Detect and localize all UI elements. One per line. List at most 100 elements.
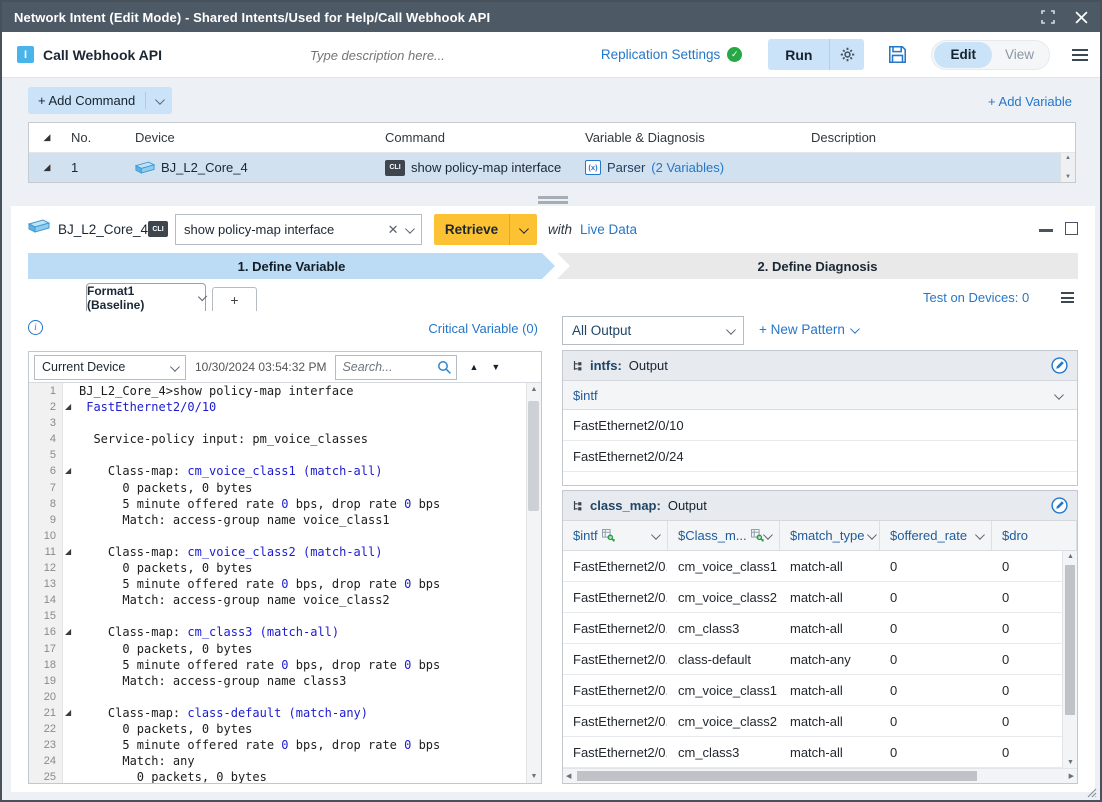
run-button[interactable]: Run xyxy=(768,47,829,63)
column-header[interactable]: $dro xyxy=(992,521,1077,550)
command-table-row[interactable]: ◢ 1 BJ_L2_Core_4 CLI show policy-map int… xyxy=(29,153,1075,182)
scroll-down-icon[interactable]: ▼ xyxy=(531,773,538,780)
table-row[interactable]: FastEthernet2/0...cm_voice_class2match-a… xyxy=(563,582,1077,613)
table-row[interactable]: FastEthernet2/0...cm_voice_class1match-a… xyxy=(563,675,1077,706)
column-header[interactable]: $match_type xyxy=(780,521,880,550)
search-icon[interactable] xyxy=(437,360,452,375)
table-row[interactable]: FastEthernet2/0...cm_class3match-all00 xyxy=(563,613,1077,644)
code-line: 5 minute offered rate 0 bps, drop rate 0… xyxy=(79,737,526,753)
scroll-down-icon[interactable]: ▼ xyxy=(1067,759,1074,766)
add-variable-link[interactable]: + Add Variable xyxy=(988,94,1072,109)
table-row[interactable]: FastEthernet2/0...cm_class3match-all00 xyxy=(563,737,1077,768)
scroll-right-icon[interactable]: ▶ xyxy=(1069,772,1074,780)
fold-marker-icon[interactable]: ◢ xyxy=(65,544,71,560)
column-header[interactable]: $intf xyxy=(563,521,668,550)
output-filter-select[interactable]: All Output xyxy=(562,316,744,345)
tab-format1-baseline[interactable]: Format1 (Baseline) xyxy=(86,283,206,311)
tab-define-diagnosis[interactable]: 2. Define Diagnosis xyxy=(557,253,1078,279)
row-collapse-icon[interactable]: ◢ xyxy=(29,162,65,173)
chevron-down-icon[interactable] xyxy=(405,224,414,233)
intfs-section-header[interactable]: intfs: Output xyxy=(563,351,1077,381)
table-cell: FastEthernet2/0... xyxy=(563,551,668,581)
fullscreen-icon[interactable] xyxy=(1041,10,1055,24)
table-cell: class-default xyxy=(668,644,780,674)
class-map-section-header[interactable]: class_map: Output xyxy=(563,491,1077,521)
add-command-dropdown[interactable] xyxy=(146,97,172,104)
line-number: 3 xyxy=(50,417,56,429)
code-area[interactable]: 12◢3456◢7891011◢1213141516◢1718192021◢22… xyxy=(29,383,541,783)
add-command-label: + Add Command xyxy=(28,93,145,108)
intf-value-row[interactable]: FastEthernet2/0/10 xyxy=(563,410,1077,441)
splitter-handle[interactable] xyxy=(538,196,568,206)
menu-icon[interactable] xyxy=(1072,49,1088,61)
scroll-thumb[interactable] xyxy=(528,401,539,511)
fold-marker-icon[interactable]: ◢ xyxy=(65,705,71,721)
replication-settings-link[interactable]: Replication Settings xyxy=(601,47,720,62)
search-input[interactable] xyxy=(336,360,437,374)
fold-marker-icon[interactable]: ◢ xyxy=(65,624,71,640)
tab-define-variable[interactable]: 1. Define Variable xyxy=(28,253,555,279)
edit-intfs-button[interactable] xyxy=(1051,357,1068,374)
code-line xyxy=(79,415,526,431)
column-header[interactable]: $offered_rate xyxy=(880,521,992,550)
options-menu-icon[interactable] xyxy=(1061,292,1074,303)
view-toggle[interactable]: View xyxy=(992,47,1047,62)
column-header[interactable]: $Class_m... xyxy=(668,521,780,550)
resize-grip-icon[interactable] xyxy=(1087,788,1097,798)
description-input[interactable] xyxy=(310,43,560,67)
gutter-line: 4 xyxy=(29,431,62,447)
critical-variable-link[interactable]: Critical Variable (0) xyxy=(428,321,538,336)
minimize-icon[interactable] xyxy=(1039,229,1053,232)
command-input[interactable]: ✕ xyxy=(175,214,422,245)
add-format-tab[interactable]: + xyxy=(212,287,257,311)
save-button[interactable] xyxy=(888,45,907,64)
scroll-up-icon[interactable]: ▲ xyxy=(1067,553,1074,560)
find-next-icon[interactable]: ▼ xyxy=(491,362,500,372)
gutter-line: 18 xyxy=(29,657,62,673)
table-horizontal-scrollbar[interactable]: ◀▶ xyxy=(563,768,1077,783)
command-input-field[interactable] xyxy=(176,222,388,237)
close-icon[interactable] xyxy=(1075,11,1088,24)
scroll-thumb[interactable] xyxy=(1065,565,1075,715)
code-line: Match: access-group name voice_class1 xyxy=(79,512,526,528)
intf-value-row[interactable]: FastEthernet2/0/24 xyxy=(563,441,1077,472)
retrieve-dropdown[interactable] xyxy=(510,226,537,233)
scroll-left-icon[interactable]: ◀ xyxy=(566,772,571,780)
maximize-icon[interactable] xyxy=(1065,222,1078,235)
table-row[interactable]: FastEthernet2/0...cm_voice_class2match-a… xyxy=(563,706,1077,737)
title-bar[interactable]: Network Intent (Edit Mode) - Shared Inte… xyxy=(2,2,1100,32)
fold-marker-icon[interactable]: ◢ xyxy=(65,463,71,479)
fold-marker-icon[interactable]: ◢ xyxy=(65,399,71,415)
with-label: with xyxy=(548,222,572,237)
run-settings-button[interactable] xyxy=(830,47,864,62)
scroll-down-icon[interactable]: ▼ xyxy=(1065,174,1071,180)
table-row[interactable]: FastEthernet2/0...class-defaultmatch-any… xyxy=(563,644,1077,675)
scroll-thumb[interactable] xyxy=(577,771,977,781)
class-map-table-body: FastEthernet2/0...cm_voice_class1match-a… xyxy=(563,551,1077,768)
collapse-all-icon[interactable]: ◢ xyxy=(29,132,65,143)
parser-variable-count[interactable]: (2 Variables) xyxy=(651,160,724,175)
add-command-button[interactable]: + Add Command xyxy=(28,87,172,114)
new-pattern-link[interactable]: + New Pattern xyxy=(759,322,857,337)
device-selector[interactable]: Current Device xyxy=(34,355,186,380)
parser-label[interactable]: Parser xyxy=(607,160,645,175)
search-box[interactable] xyxy=(335,355,457,380)
clear-icon[interactable]: ✕ xyxy=(388,222,399,238)
retrieve-button[interactable]: Retrieve xyxy=(434,222,509,237)
editor-scrollbar[interactable]: ▲▼ xyxy=(526,383,541,783)
gutter-line: 9 xyxy=(29,512,62,528)
scroll-up-icon[interactable]: ▲ xyxy=(1065,155,1071,161)
edit-toggle[interactable]: Edit xyxy=(934,42,992,68)
table-row[interactable]: FastEthernet2/0...cm_voice_class1match-a… xyxy=(563,551,1077,582)
table-cell: match-all xyxy=(780,613,880,643)
live-data-link[interactable]: Live Data xyxy=(580,222,637,237)
table-scrollbar[interactable]: ▲▼ xyxy=(1060,153,1075,182)
test-on-devices-link[interactable]: Test on Devices: 0 xyxy=(923,290,1029,305)
intf-variable-header[interactable]: $intf xyxy=(563,381,1077,410)
gutter-line: 13 xyxy=(29,576,62,592)
info-icon[interactable]: i xyxy=(28,320,43,335)
scroll-up-icon[interactable]: ▲ xyxy=(531,386,538,393)
table-vertical-scrollbar[interactable]: ▲▼ xyxy=(1062,551,1077,768)
find-previous-icon[interactable]: ▲ xyxy=(469,362,478,372)
edit-class-map-button[interactable] xyxy=(1051,497,1068,514)
